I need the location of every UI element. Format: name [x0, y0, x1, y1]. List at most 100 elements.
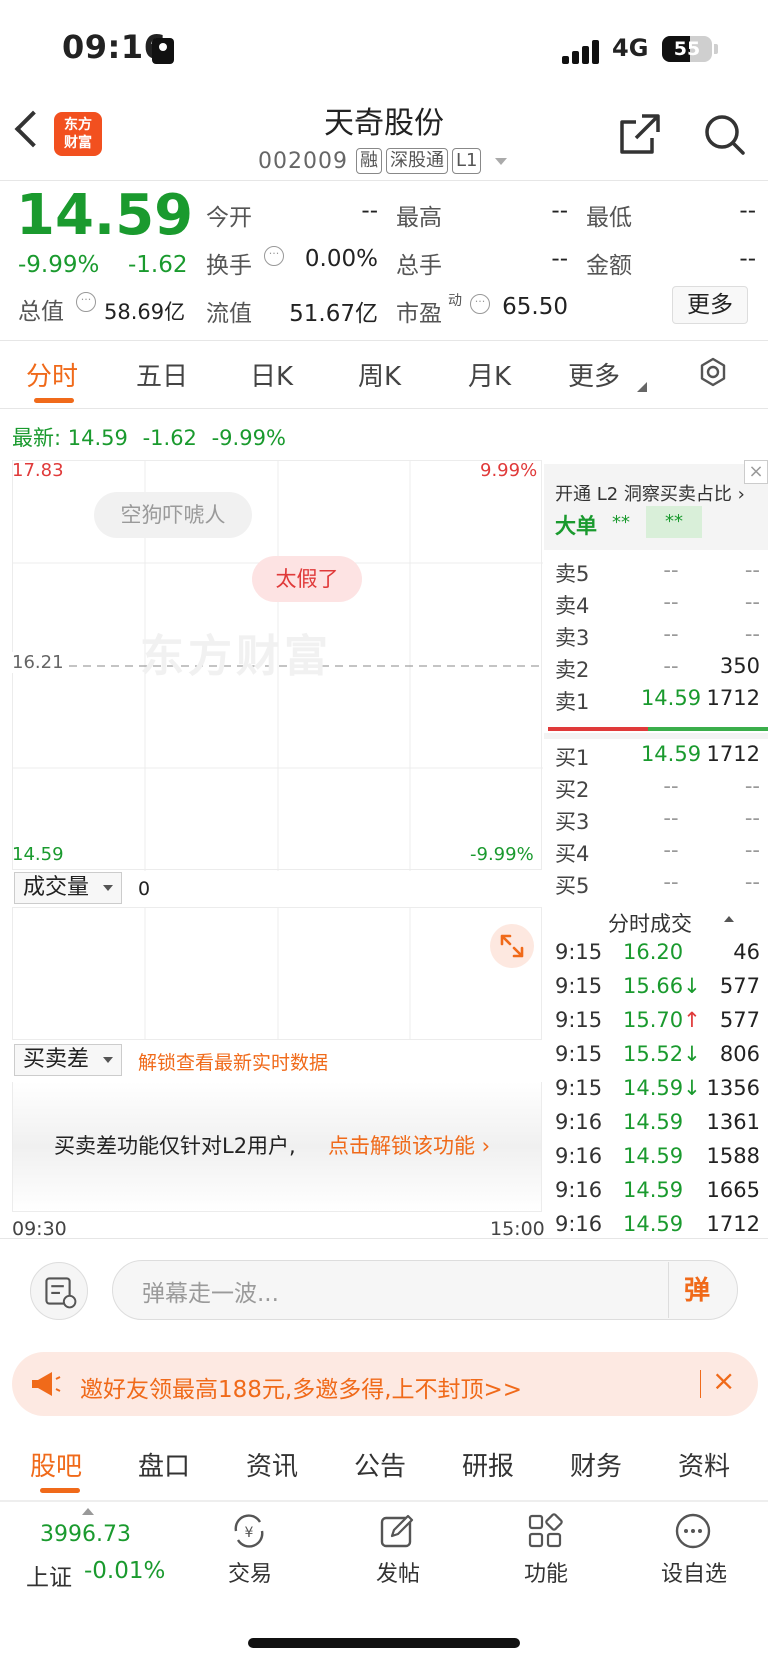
buy-order-row[interactable]: 买3 -- -- [555, 806, 760, 836]
order-volume: -- [744, 558, 760, 582]
index-change[interactable]: -0.01% [84, 1558, 165, 1584]
trade-row: 9:15 15.66↓ 577 [555, 974, 760, 1006]
danmaku-send-button[interactable]: 弹 [684, 1270, 710, 1307]
tab-research[interactable]: 研报 [462, 1446, 514, 1483]
sell-order-row[interactable]: 卖3 -- -- [555, 622, 760, 652]
gear-icon[interactable] [696, 356, 730, 390]
contact-card-icon [152, 38, 174, 64]
order-level: 卖5 [555, 562, 590, 586]
tab-more[interactable]: 更多 [568, 356, 620, 393]
trade-price-value: 14.59 [623, 1110, 684, 1134]
buy-order-row[interactable]: 买4 -- -- [555, 838, 760, 868]
invite-promo-text[interactable]: 邀好友领最高188元,多邀多得,上不封顶>> [80, 1370, 522, 1404]
order-book-separator [544, 733, 768, 739]
trade-volume: 1588 [706, 1144, 760, 1168]
sell-order-row[interactable]: 卖1 14.59 1712 [555, 686, 760, 716]
toolbar-trade[interactable]: 交易 [200, 1556, 300, 1588]
info-icon[interactable]: ··· [264, 246, 284, 266]
chevron-down-icon[interactable] [495, 157, 508, 165]
battery-tip [714, 44, 718, 54]
change-percent: -9.99% [18, 252, 100, 278]
unlock-feature-label: 点击解锁该功能 [328, 1134, 475, 1158]
sell-order-row[interactable]: 卖2 -- 350 [555, 654, 760, 684]
tab-daily-k[interactable]: 日K [250, 356, 293, 393]
l2-promo-link[interactable]: 开通 L2 洞察买卖占比 › [555, 480, 745, 506]
trade-row: 9:16 14.59 1665 [555, 1178, 760, 1210]
search-icon[interactable] [702, 112, 746, 156]
quote-divider [0, 340, 768, 341]
edit-post-icon[interactable] [378, 1512, 416, 1550]
unlock-feature-link[interactable]: 点击解锁该功能 › [328, 1130, 490, 1160]
volume-indicator-select[interactable]: 成交量 [14, 872, 123, 904]
trade-price-value: 14.59 [623, 1212, 684, 1236]
tab-news[interactable]: 资讯 [246, 1446, 298, 1483]
megaphone-icon [32, 1372, 61, 1396]
high-label: 最高 [396, 205, 442, 231]
tab-monthly-k[interactable]: 月K [468, 356, 511, 393]
info-icon[interactable]: ··· [76, 292, 96, 312]
trade-time: 9:16 [555, 1212, 603, 1236]
unlock-realtime-link[interactable]: 解锁查看最新实时数据 [138, 1048, 328, 1075]
spread-indicator-select[interactable]: 买卖差 [14, 1044, 123, 1076]
index-name[interactable]: 上证 [26, 1558, 72, 1592]
low-label: 最低 [586, 205, 632, 231]
toolbar-post[interactable]: 发帖 [348, 1556, 448, 1588]
sell-order-row[interactable]: 卖5 -- -- [555, 558, 760, 588]
trade-price-value: 15.52 [623, 1042, 684, 1066]
expand-icon[interactable] [490, 924, 534, 968]
buy-order-row[interactable]: 买1 14.59 1712 [555, 742, 760, 772]
volume-value: 0 [138, 878, 151, 900]
tab-profile[interactable]: 资料 [678, 1446, 730, 1483]
time-axis-start: 09:30 [12, 1218, 67, 1240]
trade-price: 14.59 [623, 1110, 683, 1134]
amount-label: 金额 [586, 253, 632, 279]
chevron-up-icon[interactable] [724, 916, 734, 922]
trade-time: 9:16 [555, 1178, 603, 1202]
share-icon[interactable] [618, 112, 662, 156]
stock-code: 002009 [258, 148, 348, 174]
trades-title[interactable]: 分时成交 [608, 908, 692, 938]
buy-order-row[interactable]: 买5 -- -- [555, 870, 760, 900]
toolbar-add-watchlist[interactable]: 设自选 [644, 1556, 744, 1588]
trade-price-value: 16.20 [623, 940, 684, 964]
order-volume: -- [744, 590, 760, 614]
tab-five-day[interactable]: 五日 [136, 356, 188, 393]
volume-top-border [12, 907, 542, 908]
close-icon[interactable]: × [744, 460, 768, 484]
toolbar-functions[interactable]: 功能 [496, 1556, 596, 1588]
y-axis-bottom: 14.59 [12, 844, 64, 865]
chevron-up-icon[interactable] [82, 1508, 94, 1515]
trade-time: 9:15 [555, 940, 603, 964]
tab-financials[interactable]: 财务 [570, 1446, 622, 1483]
tag-margin: 融 [355, 148, 382, 174]
tab-announcements[interactable]: 公告 [354, 1446, 406, 1483]
tab-intraday[interactable]: 分时 [26, 356, 78, 393]
trade-icon[interactable]: ¥ [230, 1512, 268, 1550]
more-quote-button[interactable]: 更多 [672, 286, 748, 324]
latest-price: 14.59 [67, 426, 128, 450]
danmaku-list-icon[interactable] [30, 1262, 88, 1320]
tab-forum[interactable]: 股吧 [30, 1446, 82, 1483]
more-options-icon[interactable] [674, 1512, 712, 1550]
close-icon[interactable]: × [712, 1364, 735, 1397]
order-level: 买1 [555, 746, 590, 770]
tab-orderbook[interactable]: 盘口 [138, 1446, 190, 1483]
sell-order-row[interactable]: 卖4 -- -- [555, 590, 760, 620]
trade-volume: 1712 [706, 1212, 760, 1236]
trade-direction-arrow: ↓ [683, 1076, 701, 1100]
order-price: -- [663, 622, 679, 646]
order-volume: -- [744, 870, 760, 894]
svg-text:¥: ¥ [245, 1525, 254, 1541]
buy-order-row[interactable]: 买2 -- -- [555, 774, 760, 804]
order-volume: -- [744, 622, 760, 646]
stock-code-row[interactable]: 002009 融 深股通 L1 [258, 146, 508, 176]
index-value[interactable]: 3996.73 [40, 1522, 131, 1547]
tab-weekly-k[interactable]: 周K [358, 356, 401, 393]
dropdown-corner-icon [637, 382, 647, 392]
grid-apps-icon[interactable] [526, 1512, 564, 1550]
trade-price: 15.52↓ [623, 1042, 701, 1066]
open-value: -- [361, 198, 378, 224]
trade-price: 16.20 [623, 940, 683, 964]
order-volume: -- [744, 838, 760, 862]
info-icon[interactable]: ··· [470, 294, 490, 314]
